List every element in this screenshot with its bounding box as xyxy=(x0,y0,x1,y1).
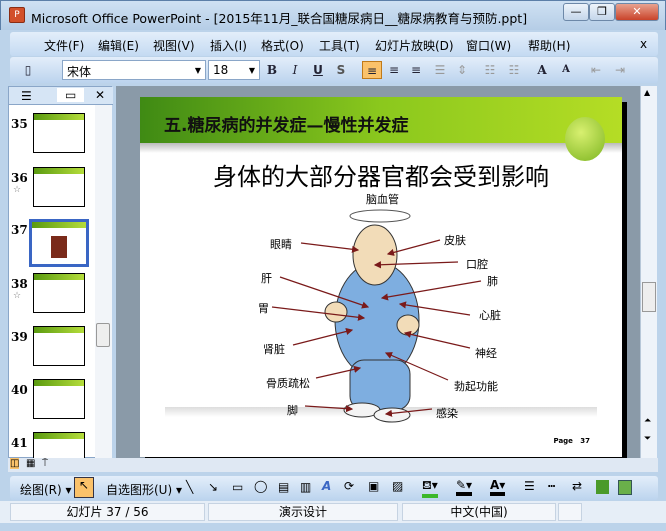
label-kidney: 肾脏 xyxy=(263,343,285,356)
drawing-toolbar: 绘图(R) ▾ ↖ 自选图形(U) ▾ ╲ ↘ ▭ ◯ ▤ ▥ A ⟳ ▣ ▨ … xyxy=(10,476,658,500)
autoshapes-label: 自选图形(U) xyxy=(106,483,173,497)
wordart-icon[interactable]: A xyxy=(322,479,331,493)
line-tool-icon[interactable]: ╲ xyxy=(186,480,193,494)
figure-illustration xyxy=(271,209,482,423)
slide-sorter-button[interactable]: ▦ xyxy=(26,458,35,469)
label-eyes: 眼睛 xyxy=(270,238,292,251)
label-lungs: 肺 xyxy=(487,275,498,288)
next-slide-icon[interactable]: ⏷ xyxy=(644,434,651,444)
right-shoe xyxy=(373,407,411,423)
clipart-icon[interactable]: ▣ xyxy=(368,479,379,493)
line-color-icon[interactable]: ✎▾ xyxy=(456,478,473,496)
scroll-up-icon[interactable]: ▲ xyxy=(644,88,650,97)
label-liver: 肝 xyxy=(261,272,272,285)
status-design: 演示设计 xyxy=(208,503,398,521)
autoshapes-button[interactable]: 自选图形(U) ▾ xyxy=(106,481,182,498)
dizzy-swirl xyxy=(349,209,411,223)
arrow-style-icon[interactable]: ⇄ xyxy=(572,479,582,493)
fill-color-icon[interactable]: ⛾▾ xyxy=(422,478,438,498)
oval-tool-icon[interactable]: ◯ xyxy=(254,479,267,493)
label-osteoporosis: 骨质疏松 xyxy=(266,377,310,390)
label-infection: 感染 xyxy=(436,407,458,420)
shadow-style-icon[interactable] xyxy=(596,480,609,494)
dash-style-icon[interactable]: ┅ xyxy=(548,479,555,493)
left-fist xyxy=(324,301,348,323)
label-nerves: 神经 xyxy=(475,347,497,360)
select-pointer-button[interactable]: ↖ xyxy=(74,477,94,498)
vertical-scrollbar[interactable]: ▲ ⏶ ⏷ xyxy=(640,86,657,458)
diagram-icon[interactable]: ⟳ xyxy=(344,479,354,493)
label-skin: 皮肤 xyxy=(444,234,466,247)
arrow-tool-icon[interactable]: ↘ xyxy=(208,480,218,494)
status-language: 中文(中国) xyxy=(402,503,556,521)
label-erectile: 勃起功能 xyxy=(454,380,498,393)
slideshow-button[interactable]: ⍑ xyxy=(42,458,48,469)
rectangle-tool-icon[interactable]: ▭ xyxy=(232,480,243,494)
label-heart: 心脏 xyxy=(479,309,501,322)
status-slide-count: 幻灯片 37 / 56 xyxy=(10,503,205,521)
right-fist xyxy=(396,314,420,336)
picture-icon[interactable]: ▨ xyxy=(392,479,403,493)
label-cerebrovascular: 脑血管 xyxy=(366,193,399,206)
label-stomach: 胃 xyxy=(258,302,269,315)
view-buttons-bar: ◫ ▦ ⍑ xyxy=(8,458,658,472)
draw-menu-button[interactable]: 绘图(R) ▾ xyxy=(20,481,72,498)
scroll-thumb[interactable] xyxy=(642,282,656,312)
label-foot: 脚 xyxy=(287,404,298,417)
legs-shape xyxy=(349,359,411,411)
status-empty xyxy=(558,503,582,521)
status-bar: 幻灯片 37 / 56 演示设计 中文(中国) xyxy=(0,501,666,523)
draw-label: 绘图(R) xyxy=(20,483,62,497)
font-color-icon[interactable]: A▾ xyxy=(490,478,506,496)
normal-view-button[interactable]: ◫ xyxy=(10,458,20,469)
vertical-textbox-icon[interactable]: ▥ xyxy=(300,480,311,494)
prev-slide-icon[interactable]: ⏶ xyxy=(644,416,651,426)
line-style-icon[interactable]: ☰ xyxy=(524,479,535,493)
3d-style-icon[interactable] xyxy=(618,480,632,495)
textbox-icon[interactable]: ▤ xyxy=(278,480,289,494)
head-shape xyxy=(352,224,398,286)
label-mouth: 口腔 xyxy=(466,258,488,271)
